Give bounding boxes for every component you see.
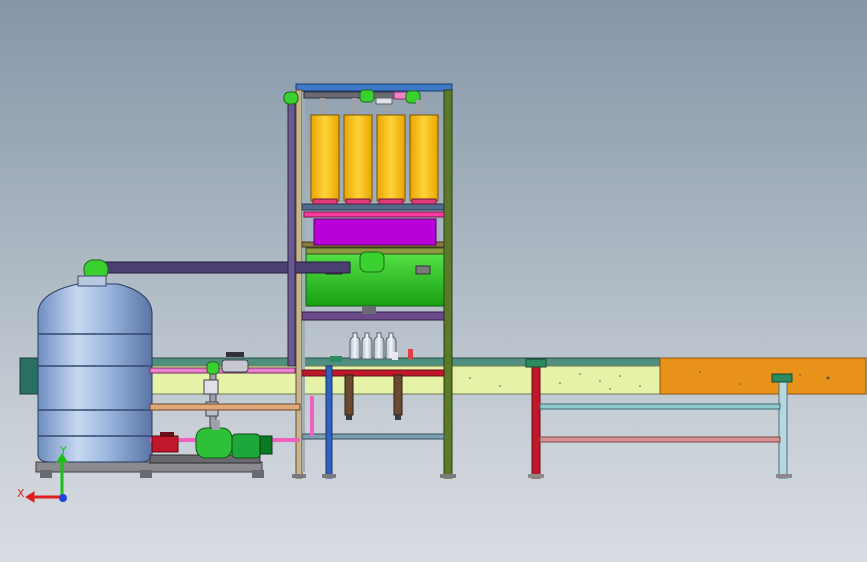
frame-foot — [440, 474, 456, 478]
frame-foot — [292, 474, 306, 478]
fill-tanks-group[interactable] — [310, 114, 439, 205]
small-white-item — [392, 352, 398, 360]
fill-tank[interactable] — [409, 114, 439, 202]
conveyor-end-section — [659, 357, 867, 395]
red-valve-handle — [160, 432, 174, 437]
pump-housing — [195, 427, 233, 459]
manifold-drop — [352, 98, 357, 116]
conveyor-leg — [531, 365, 541, 479]
bottle — [349, 332, 361, 360]
green-tank-pipe-inlet — [359, 251, 385, 273]
conveyor-leg-cap — [771, 373, 793, 383]
conveyor-crossbar — [539, 403, 781, 410]
bottle — [361, 332, 373, 360]
small-red-item — [408, 349, 413, 359]
x-axis-label: X — [17, 487, 25, 500]
pump-motor — [231, 433, 261, 459]
conveyor-crossbar — [539, 436, 781, 443]
frame-top-beam — [295, 83, 453, 92]
pump-discharge-stub — [212, 420, 220, 430]
suction-elbow — [206, 361, 220, 375]
x-axis-arrowhead — [25, 491, 35, 503]
supply-pipe-horizontal — [99, 261, 351, 274]
z-axis-dot — [59, 494, 67, 502]
fill-tank-outlet — [411, 198, 437, 205]
frame-shelf — [301, 433, 445, 440]
fill-tank-outlet — [378, 198, 404, 205]
tank-base-foot — [40, 470, 52, 478]
red-valve — [151, 435, 179, 453]
motor-fan-cover — [259, 435, 273, 455]
actuator-rod — [310, 396, 314, 436]
bottle — [373, 332, 385, 360]
pump-valve-body — [221, 359, 249, 373]
valve-handle — [226, 352, 244, 357]
fill-nozzle — [395, 415, 401, 420]
bottle-row[interactable] — [349, 332, 397, 360]
conveyor-leg-foot — [776, 474, 792, 478]
fill-valve — [344, 374, 354, 416]
conveyor-leg-cap — [525, 358, 547, 368]
frame-post-right — [443, 89, 453, 479]
fill-valve — [393, 374, 403, 416]
top-manifold[interactable] — [303, 89, 421, 116]
distributor-bar — [303, 211, 445, 218]
frame-shelf — [301, 369, 445, 377]
frame-post-inner — [302, 92, 305, 472]
fill-tank-outlet — [312, 198, 338, 205]
horizontal-pipe — [149, 403, 301, 411]
conveyor-leg — [778, 377, 788, 479]
supply-pipe-elbow — [283, 91, 299, 105]
manifold-drop — [416, 100, 421, 116]
bracket — [330, 356, 342, 362]
manifold-green-elbow — [359, 89, 375, 103]
frame-post-left — [295, 89, 303, 479]
tank-neck — [77, 275, 107, 287]
fill-tank-outlet — [345, 198, 371, 205]
frame-shelf — [301, 203, 445, 211]
manifold-drop — [320, 98, 325, 116]
magenta-distributor-box[interactable] — [313, 218, 437, 246]
y-axis-label: Y — [59, 444, 67, 457]
tank-base-foot — [252, 470, 264, 478]
frame-foot — [322, 474, 336, 478]
pump-assembly[interactable] — [149, 352, 301, 464]
green-tank-sensor — [415, 265, 431, 275]
cad-viewport[interactable]: X Y — [0, 0, 867, 562]
supply-pipe-vertical — [287, 95, 296, 367]
fill-nozzle — [346, 415, 352, 420]
fill-tank[interactable] — [376, 114, 406, 202]
frame-inner-post — [325, 365, 333, 479]
green-tank-outlet — [362, 306, 376, 314]
green-buffer-tank[interactable] — [305, 247, 445, 314]
fill-tank[interactable] — [343, 114, 373, 202]
check-valve — [203, 379, 219, 395]
fill-tank[interactable] — [310, 114, 340, 202]
tank-base-foot — [140, 470, 152, 478]
manifold-tee — [375, 97, 393, 105]
conveyor-leg-foot — [528, 474, 544, 478]
